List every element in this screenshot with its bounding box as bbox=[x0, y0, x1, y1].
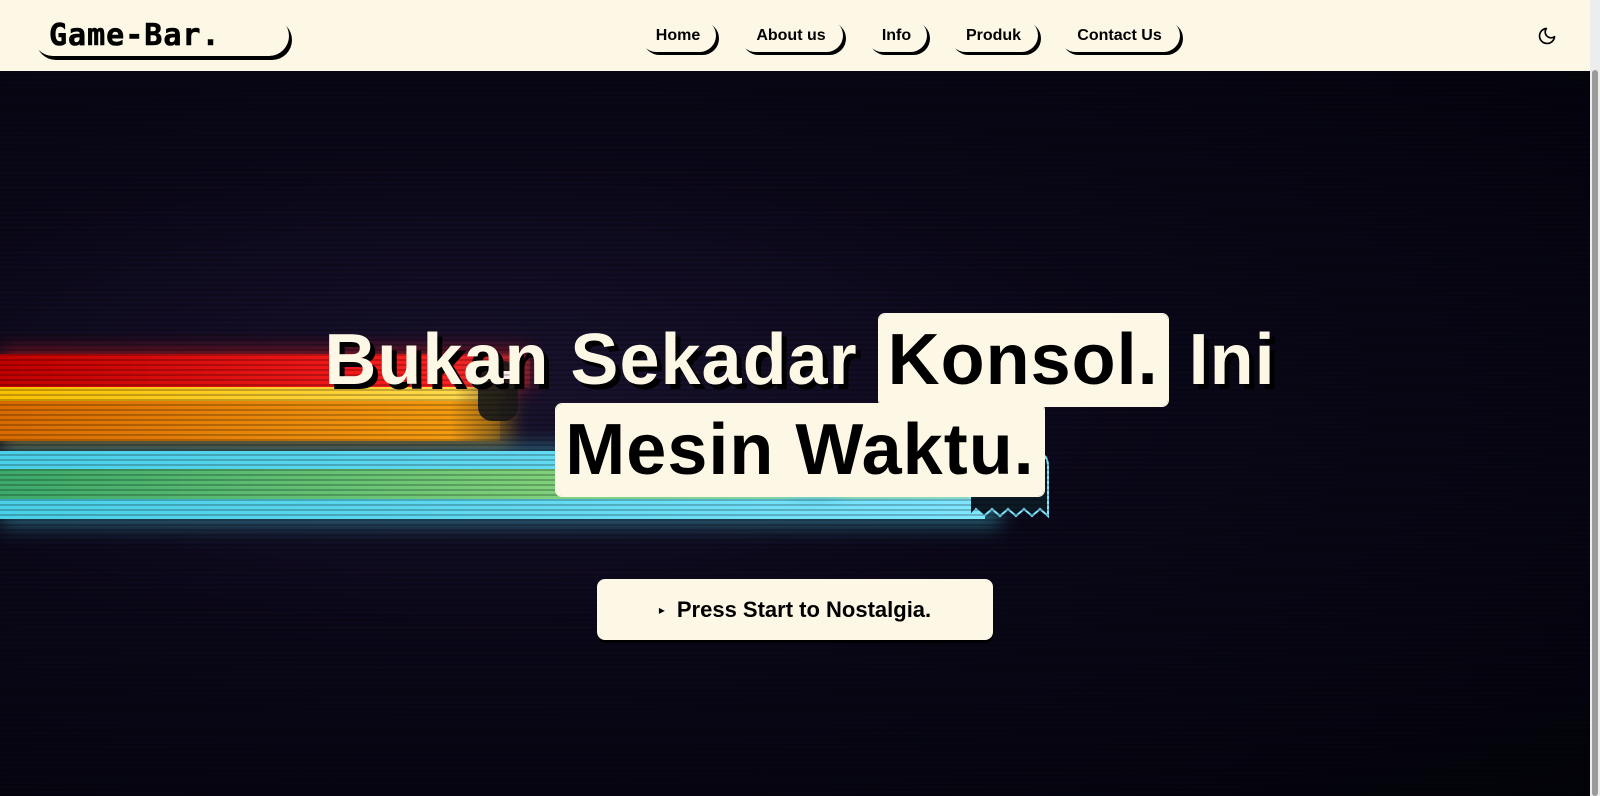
hero-section: Bukan Sekadar Konsol. Ini Mesin Waktu. ▸… bbox=[0, 71, 1590, 796]
press-start-button[interactable]: ▸ Press Start to Nostalgia. bbox=[597, 579, 993, 640]
nav-link-home[interactable]: Home bbox=[640, 19, 716, 52]
headline-highlight-konsol: Konsol. bbox=[878, 314, 1168, 407]
headline-part-2: Ini bbox=[1167, 320, 1276, 401]
nav-link-about-us[interactable]: About us bbox=[739, 19, 843, 52]
nav-link-contact-us[interactable]: Contact Us bbox=[1059, 19, 1180, 52]
page-scrollbar[interactable] bbox=[1590, 0, 1600, 796]
nav-link-produk[interactable]: Produk bbox=[949, 19, 1038, 52]
headline-part-1: Bukan Sekadar bbox=[324, 320, 879, 401]
hero-headline: Bukan Sekadar Konsol. Ini Mesin Waktu. bbox=[0, 314, 1590, 497]
scrollbar-thumb[interactable] bbox=[1592, 70, 1598, 796]
play-triangle-icon: ▸ bbox=[658, 602, 665, 617]
nav-links: Home About us Info Produk Contact Us bbox=[0, 19, 1590, 53]
moon-icon bbox=[1538, 27, 1556, 45]
theme-toggle-button[interactable] bbox=[1533, 22, 1561, 50]
nav-link-info[interactable]: Info bbox=[866, 19, 927, 52]
page: Game-Bar. Home About us Info Produk Cont… bbox=[0, 0, 1600, 796]
navbar: Game-Bar. Home About us Info Produk Cont… bbox=[0, 0, 1590, 71]
press-start-label: Press Start to Nostalgia. bbox=[676, 596, 932, 622]
headline-highlight-mesin-waktu: Mesin Waktu. bbox=[556, 404, 1044, 497]
